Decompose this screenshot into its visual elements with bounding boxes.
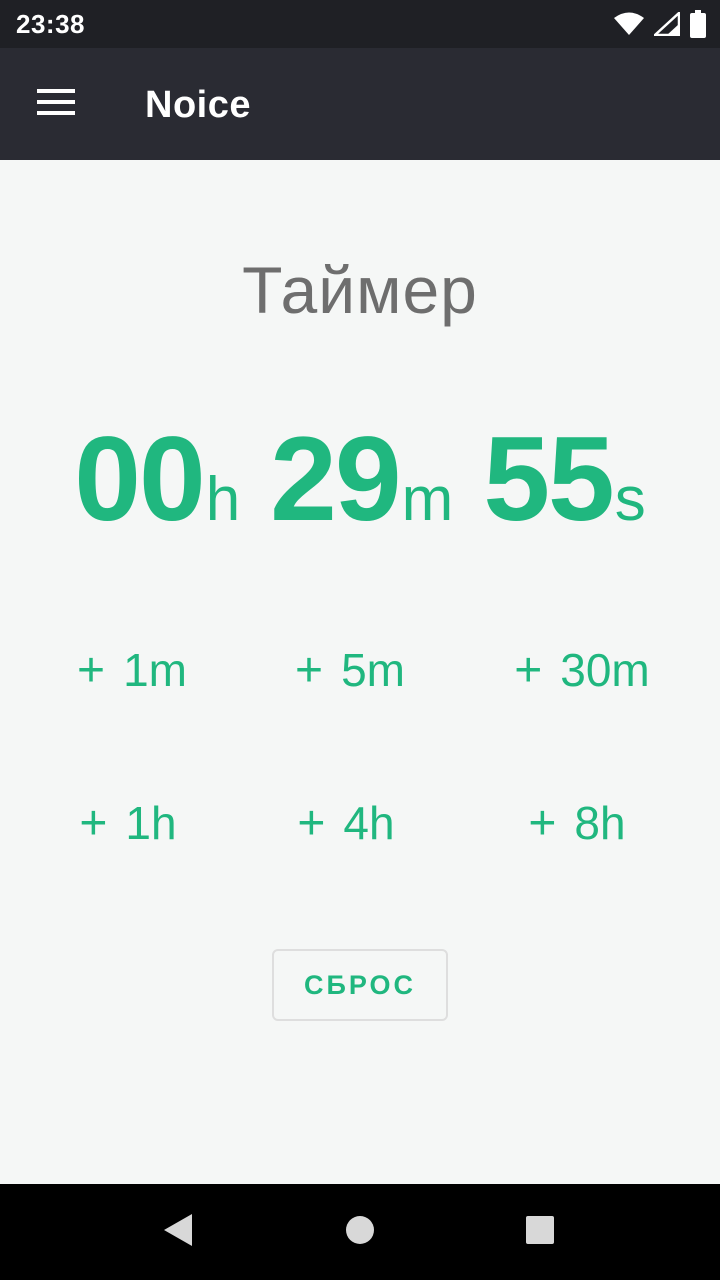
- timer-screen: Таймер 00 h 29 m 55 s + 1m + 5m + 30m + …: [0, 160, 720, 1184]
- timer-seconds-unit: s: [614, 465, 646, 534]
- plus-icon: +: [77, 643, 106, 697]
- status-bar: 23:38: [0, 0, 720, 48]
- app-bar: Noice: [0, 48, 720, 160]
- recents-icon: [525, 1215, 555, 1250]
- cellular-signal-icon: [654, 12, 680, 36]
- plus-icon: +: [514, 643, 543, 697]
- wifi-icon: [614, 12, 644, 36]
- timer-minutes-value: 29: [270, 412, 401, 546]
- add-30m-button[interactable]: + 30m: [482, 630, 682, 710]
- plus-icon: +: [528, 796, 557, 850]
- add-5m-button[interactable]: + 5m: [250, 630, 450, 710]
- add-4h-button[interactable]: + 4h: [246, 783, 446, 863]
- add-button-label: 30m: [560, 644, 650, 696]
- timer-seconds-value: 55: [483, 412, 614, 546]
- add-8h-button[interactable]: + 8h: [477, 783, 677, 863]
- reset-button[interactable]: СБРОС: [272, 949, 448, 1021]
- timer-display: 00 h 29 m 55 s: [0, 410, 720, 548]
- add-button-label: 8h: [574, 797, 626, 849]
- back-icon: [162, 1213, 194, 1252]
- add-1h-button[interactable]: + 1h: [28, 783, 228, 863]
- plus-icon: +: [295, 643, 324, 697]
- status-time: 23:38: [16, 9, 85, 39]
- back-button[interactable]: [150, 1204, 206, 1260]
- home-icon: [345, 1215, 375, 1250]
- add-button-label: 5m: [341, 644, 405, 696]
- plus-icon: +: [79, 796, 108, 850]
- recents-button[interactable]: [512, 1204, 568, 1260]
- timer-minutes: 29 m: [270, 410, 453, 548]
- add-button-label: 1h: [125, 797, 177, 849]
- battery-icon: [690, 10, 706, 38]
- timer-minutes-unit: m: [401, 465, 454, 534]
- menu-button[interactable]: [24, 76, 88, 132]
- timer-title: Таймер: [242, 253, 478, 327]
- home-button[interactable]: [332, 1204, 388, 1260]
- status-icons: [614, 10, 706, 38]
- timer-hours-value: 00: [74, 412, 205, 546]
- hamburger-menu-icon: [37, 88, 75, 121]
- timer-seconds: 55 s: [483, 410, 645, 548]
- system-nav-bar: [0, 1184, 720, 1280]
- plus-icon: +: [297, 796, 326, 850]
- add-button-label: 1m: [123, 644, 187, 696]
- timer-hours: 00 h: [74, 410, 240, 548]
- app-title: Noice: [145, 84, 251, 126]
- timer-hours-unit: h: [205, 465, 241, 534]
- add-button-label: 4h: [343, 797, 395, 849]
- add-1m-button[interactable]: + 1m: [32, 630, 232, 710]
